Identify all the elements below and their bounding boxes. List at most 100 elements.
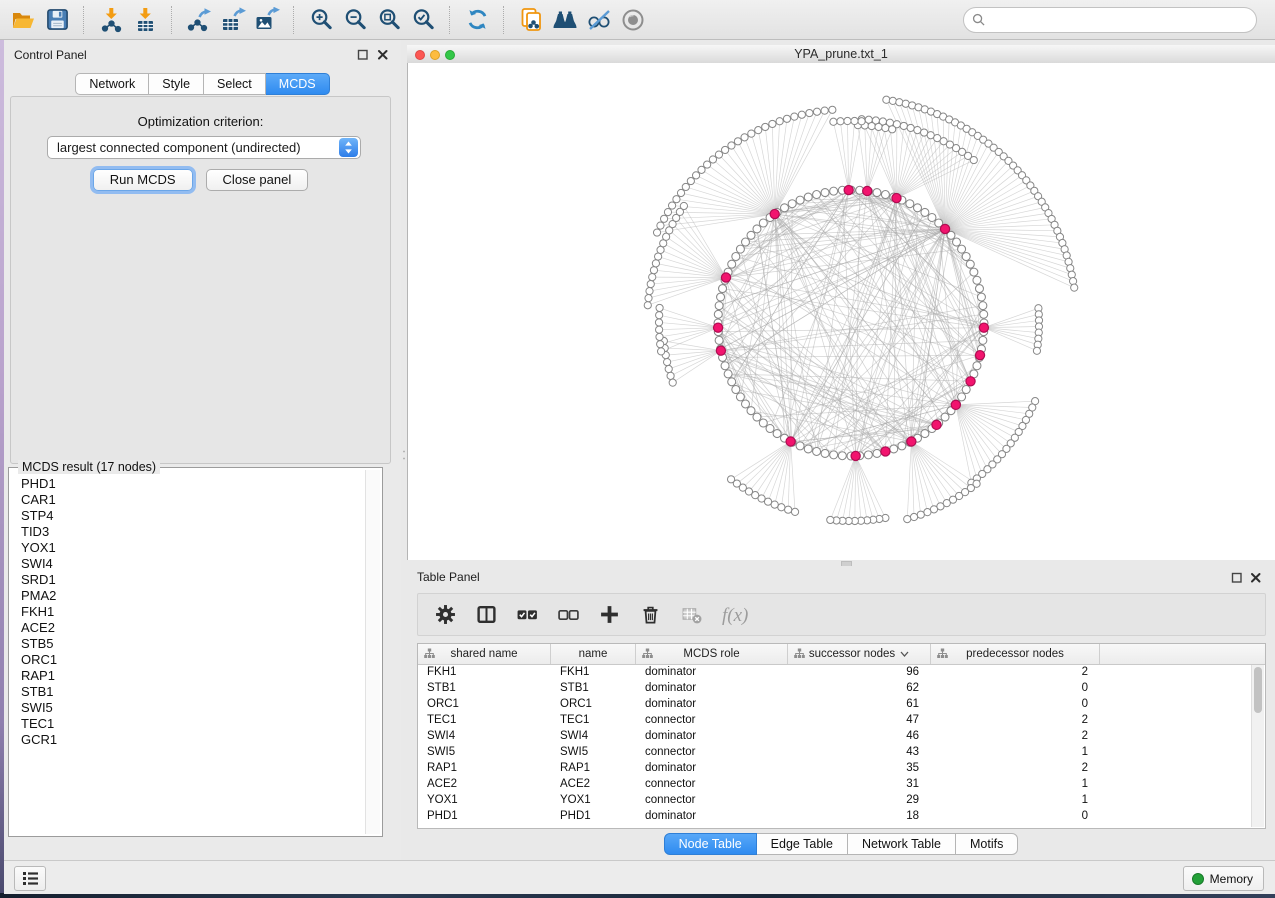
splitter-handle: [402, 448, 406, 462]
zoom-in-button[interactable]: [304, 4, 338, 36]
hide-graphics-details-button[interactable]: [582, 4, 616, 36]
network-search-box[interactable]: [963, 7, 1257, 33]
table-row[interactable]: SWI4SWI4dominator462: [418, 728, 1252, 744]
close-panel-button[interactable]: Close panel: [206, 169, 309, 191]
zoom-selected-button[interactable]: [406, 4, 440, 36]
list-item[interactable]: PMA2: [11, 588, 365, 604]
delete-column-button[interactable]: [638, 603, 662, 627]
list-item[interactable]: FKH1: [11, 604, 365, 620]
list-item[interactable]: SWI4: [11, 556, 365, 572]
table-cell: FKH1: [551, 664, 636, 680]
list-item[interactable]: SWI5: [11, 700, 365, 716]
optimization-criterion-select[interactable]: largest connected component (undirected): [47, 136, 361, 159]
list-item[interactable]: TID3: [11, 524, 365, 540]
clone-network-icon: [518, 7, 544, 33]
table-row[interactable]: FKH1FKH1dominator962: [418, 664, 1252, 680]
table-row[interactable]: TEC1TEC1connector472: [418, 712, 1252, 728]
float-panel-icon[interactable]: [1231, 572, 1243, 584]
add-column-button[interactable]: [597, 603, 621, 627]
gear-icon: [435, 604, 456, 625]
list-item[interactable]: SRD1: [11, 572, 365, 588]
column-header-filler: [1100, 644, 1265, 664]
list-item[interactable]: STB5: [11, 636, 365, 652]
list-item[interactable]: GCR1: [11, 732, 365, 748]
find-network-button[interactable]: [548, 4, 582, 36]
table-row[interactable]: SWI5SWI5connector431: [418, 744, 1252, 760]
float-panel-icon[interactable]: [357, 49, 369, 61]
clone-network-button[interactable]: [514, 4, 548, 36]
zoom-fit-button[interactable]: [372, 4, 406, 36]
search-input[interactable]: [991, 12, 1248, 28]
plus-icon: [599, 604, 620, 625]
table-settings-button[interactable]: [433, 603, 457, 627]
export-network-button[interactable]: [182, 4, 216, 36]
tab-network[interactable]: Network: [75, 73, 149, 95]
memory-button[interactable]: Memory: [1183, 866, 1264, 891]
zoom-out-button[interactable]: [338, 4, 372, 36]
select-all-rows-button[interactable]: [515, 603, 539, 627]
network-graph[interactable]: [408, 63, 1275, 560]
open-folder-icon: [10, 7, 36, 33]
list-item[interactable]: TEC1: [11, 716, 365, 732]
close-panel-icon[interactable]: [377, 49, 389, 61]
list-item[interactable]: CAR1: [11, 492, 365, 508]
column-header-successor-nodes[interactable]: successor nodes: [788, 644, 931, 664]
column-header-predecessor-nodes[interactable]: predecessor nodes: [931, 644, 1100, 664]
tab-edge-table[interactable]: Edge Table: [757, 833, 848, 855]
table-tabs: Node TableEdge TableNetwork TableMotifs: [407, 833, 1275, 855]
table-panel-title: Table Panel: [417, 570, 480, 584]
open-file-button[interactable]: [6, 4, 40, 36]
list-item[interactable]: STB1: [11, 684, 365, 700]
optimization-criterion-value: largest connected component (undirected): [48, 140, 339, 155]
table-row[interactable]: RAP1RAP1dominator352: [418, 760, 1252, 776]
close-panel-icon[interactable]: [1250, 572, 1262, 584]
table-cell: 61: [788, 696, 931, 712]
network-window-titlebar[interactable]: YPA_prune.txt_1: [407, 45, 1275, 64]
column-header-shared-name[interactable]: shared name: [418, 644, 551, 664]
eye-icon: [620, 7, 646, 33]
run-mcds-button[interactable]: Run MCDS: [93, 169, 193, 191]
refresh-icon: [465, 7, 490, 32]
import-table-button[interactable]: [128, 4, 162, 36]
table-cell: dominator: [636, 808, 788, 824]
task-history-button[interactable]: [14, 866, 46, 891]
deselect-all-rows-button[interactable]: [556, 603, 580, 627]
table-cell: connector: [636, 712, 788, 728]
table-body: FKH1FKH1dominator962STB1STB1dominator620…: [418, 664, 1252, 828]
table-cell: 0: [931, 696, 1100, 712]
column-header-name[interactable]: name: [551, 644, 636, 664]
table-cell: dominator: [636, 760, 788, 776]
save-session-button[interactable]: [40, 4, 74, 36]
table-row[interactable]: ACE2ACE2connector311: [418, 776, 1252, 792]
table-cell: 96: [788, 664, 931, 680]
show-graphics-details-button[interactable]: [616, 4, 650, 36]
tab-node-table[interactable]: Node Table: [664, 833, 757, 855]
tab-network-table[interactable]: Network Table: [848, 833, 956, 855]
table-columns-button[interactable]: [474, 603, 498, 627]
export-image-button[interactable]: [250, 4, 284, 36]
list-item[interactable]: ORC1: [11, 652, 365, 668]
import-network-button[interactable]: [94, 4, 128, 36]
table-row[interactable]: STB1STB1dominator620: [418, 680, 1252, 696]
list-item[interactable]: YOX1: [11, 540, 365, 556]
table-row[interactable]: YOX1YOX1connector291: [418, 792, 1252, 808]
list-item[interactable]: STP4: [11, 508, 365, 524]
column-header-MCDS-role[interactable]: MCDS role: [636, 644, 788, 664]
table-row[interactable]: ORC1ORC1dominator610: [418, 696, 1252, 712]
table-scrollbar[interactable]: [1251, 665, 1264, 827]
list-item[interactable]: RAP1: [11, 668, 365, 684]
tab-select[interactable]: Select: [204, 73, 266, 95]
mcds-list-scrollbar[interactable]: [365, 470, 380, 834]
scrollbar-thumb[interactable]: [1254, 667, 1262, 713]
list-item[interactable]: PHD1: [11, 476, 365, 492]
tab-mcds[interactable]: MCDS: [266, 73, 330, 95]
list-item[interactable]: ACE2: [11, 620, 365, 636]
table-cell: connector: [636, 744, 788, 760]
table-cell: YOX1: [551, 792, 636, 808]
tab-motifs[interactable]: Motifs: [956, 833, 1018, 855]
tab-style[interactable]: Style: [149, 73, 204, 95]
refresh-layout-button[interactable]: [460, 4, 494, 36]
table-row[interactable]: PHD1PHD1dominator180: [418, 808, 1252, 824]
export-table-button[interactable]: [216, 4, 250, 36]
table-cell: 46: [788, 728, 931, 744]
